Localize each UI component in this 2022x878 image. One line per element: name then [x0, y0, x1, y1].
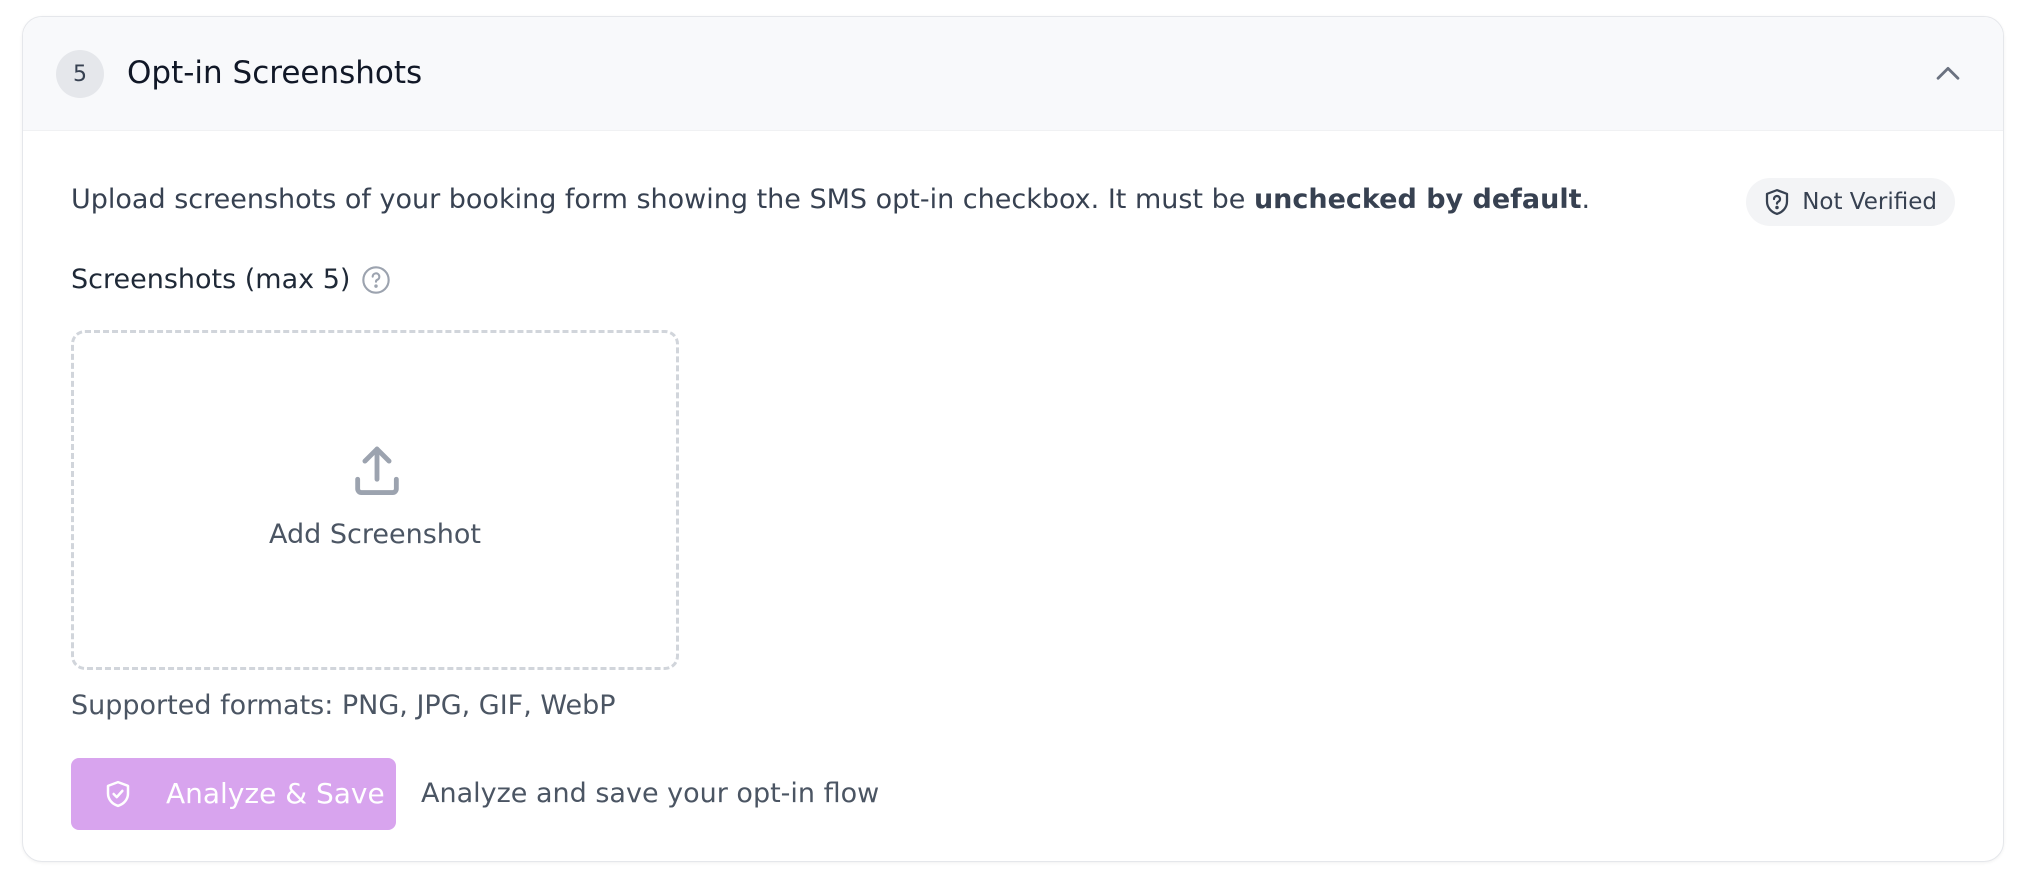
analyze-save-button[interactable]: Analyze & Save [71, 758, 396, 830]
description-suffix: . [1581, 184, 1591, 215]
description-emphasis: unchecked by default [1253, 184, 1582, 215]
opt-in-screenshots-card: 5 Opt-in Screenshots Upload screenshots … [22, 16, 2004, 862]
section-title: Opt-in Screenshots [127, 55, 423, 91]
screenshots-label: Screenshots (max 5) [71, 264, 351, 295]
question-circle-icon[interactable] [360, 264, 392, 296]
supported-formats-text: Supported formats: PNG, JPG, GIF, WebP [71, 690, 616, 721]
analyze-hint-text: Analyze and save your opt-in flow [421, 778, 880, 809]
verification-status-badge: Not Verified [1746, 178, 1955, 226]
screenshots-label-row: Screenshots (max 5) [71, 260, 392, 300]
add-screenshot-dropzone[interactable]: Add Screenshot [71, 330, 679, 670]
section-description: Upload screenshots of your booking form … [71, 180, 1590, 220]
analyze-save-label: Analyze & Save [166, 777, 385, 810]
shield-question-icon [1766, 189, 1789, 215]
verification-status-text: Not Verified [1802, 189, 1937, 215]
chevron-up-icon[interactable] [1931, 57, 1965, 91]
shield-check-icon [106, 780, 130, 808]
add-screenshot-label: Add Screenshot [269, 519, 481, 550]
upload-icon [355, 446, 399, 495]
section-body: Upload screenshots of your booking form … [71, 130, 1955, 861]
step-number-badge: 5 [56, 50, 104, 98]
section-header[interactable]: 5 Opt-in Screenshots [23, 17, 2003, 131]
description-text: Upload screenshots of your booking form … [71, 184, 1254, 215]
